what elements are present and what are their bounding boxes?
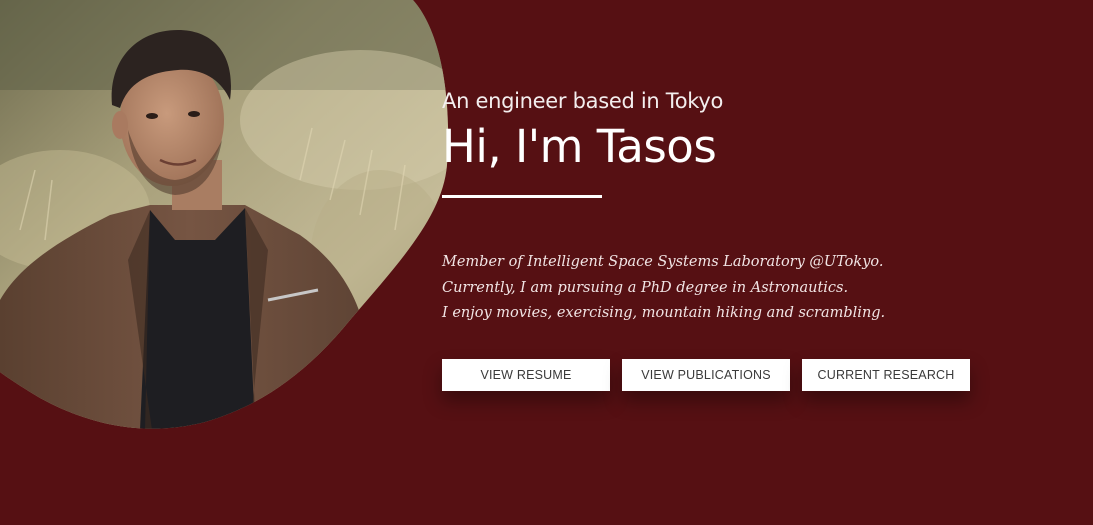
bio-line: Currently, I am pursuing a PhD degree in… <box>442 279 849 296</box>
view-resume-button[interactable]: VIEW RESUME <box>442 359 610 391</box>
page-title: Hi, I'm Tasos <box>442 120 717 173</box>
tagline: An engineer based in Tokyo <box>442 89 724 113</box>
bio-line: I enjoy movies, exercising, mountain hik… <box>442 305 886 321</box>
view-publications-button[interactable]: VIEW PUBLICATIONS <box>622 359 790 391</box>
bio-text: Member of Intelligent Space Systems Labo… <box>442 250 885 327</box>
cta-buttons: VIEW RESUME VIEW PUBLICATIONS CURRENT RE… <box>442 359 970 391</box>
profile-photo <box>0 0 460 430</box>
bio-line: Member of Intelligent Space Systems Labo… <box>442 254 884 270</box>
title-underline-divider <box>442 195 602 198</box>
current-research-button[interactable]: CURRENT RESEARCH <box>802 359 970 391</box>
